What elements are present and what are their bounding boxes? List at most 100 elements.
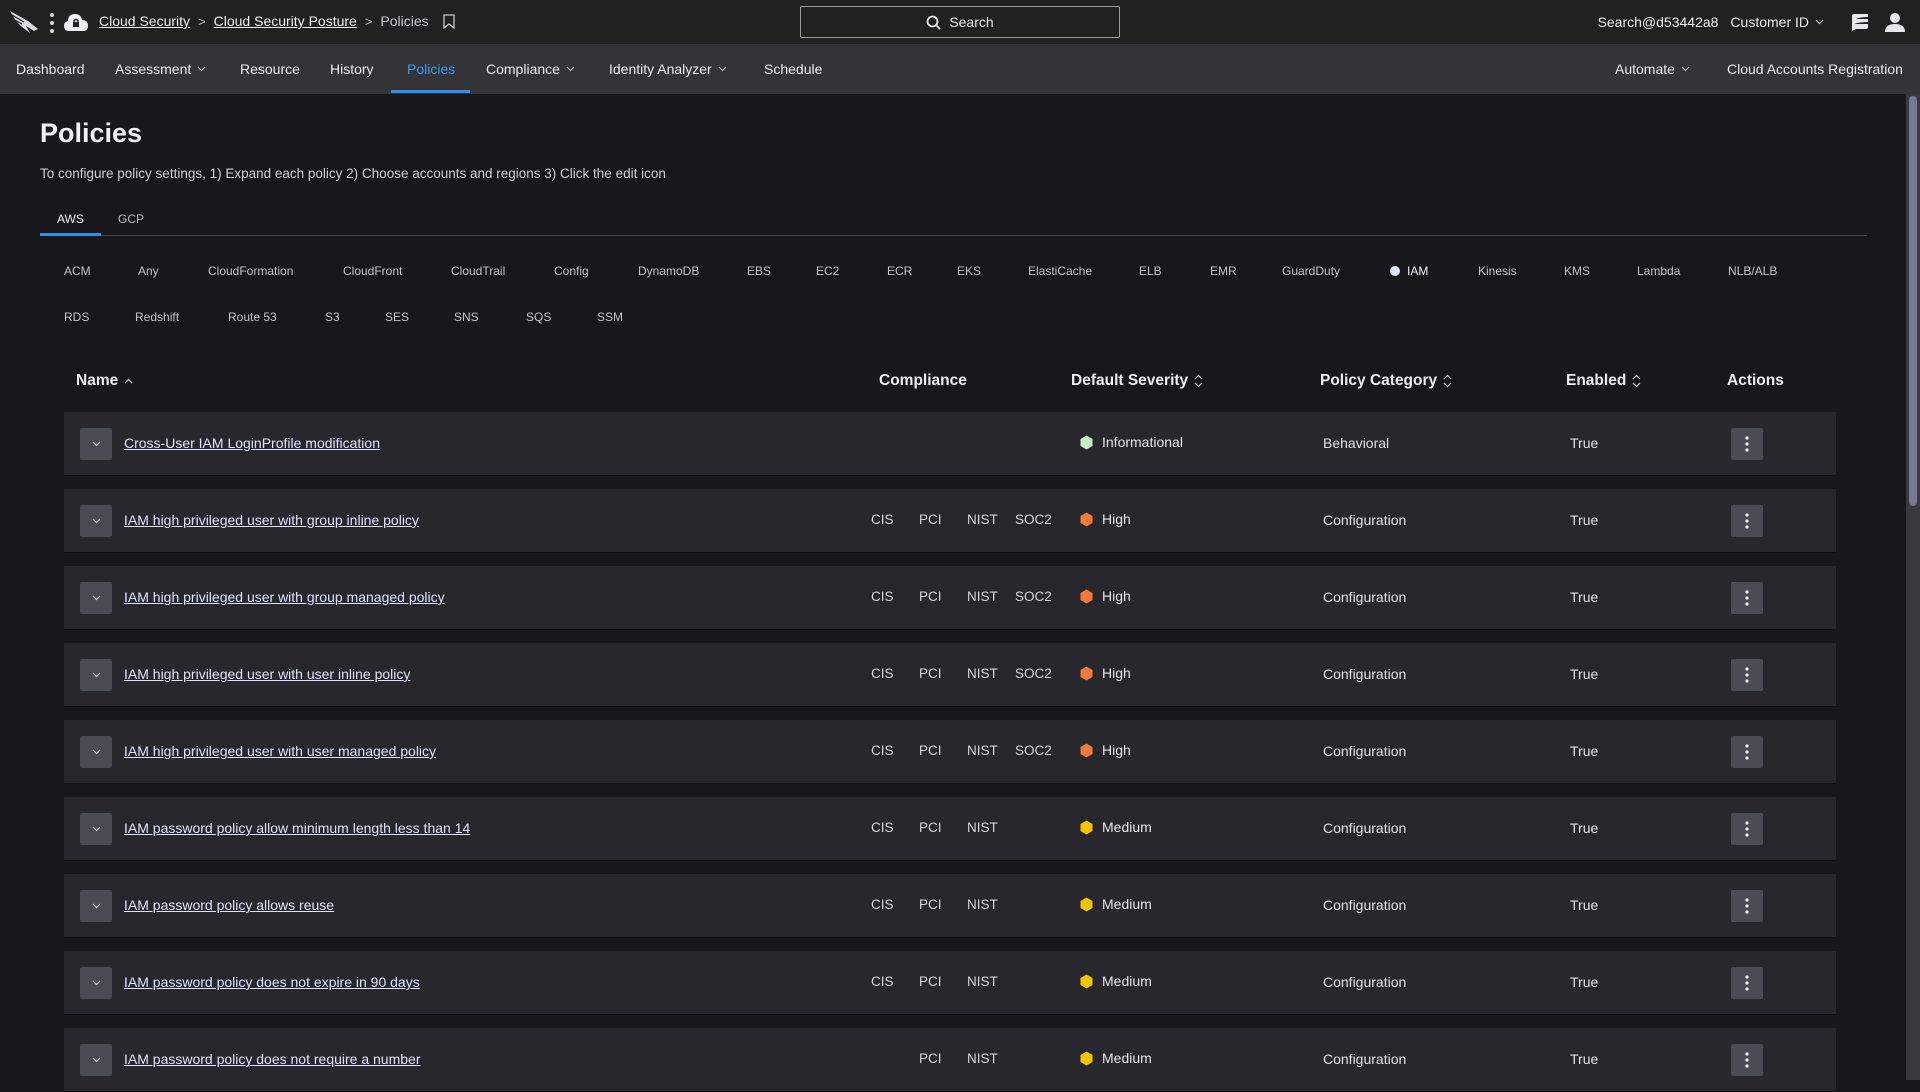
service-filter-rds[interactable]: RDS xyxy=(64,310,89,324)
expand-row-button[interactable] xyxy=(80,659,112,691)
nav-identity-analyzer[interactable]: Identity Analyzer xyxy=(609,44,727,94)
row-actions-button[interactable] xyxy=(1731,1044,1763,1076)
policy-category: Configuration xyxy=(1323,974,1407,990)
service-filter-ebs[interactable]: EBS xyxy=(747,264,771,278)
row-actions-button[interactable] xyxy=(1731,659,1763,691)
policy-name-link[interactable]: IAM high privileged user with user inlin… xyxy=(124,666,410,682)
nav-automate[interactable]: Automate xyxy=(1615,44,1690,94)
service-filter-lambda[interactable]: Lambda xyxy=(1637,264,1680,278)
service-filter-elasticache[interactable]: ElastiCache xyxy=(1028,264,1092,278)
row-actions-button[interactable] xyxy=(1731,967,1763,999)
nav-schedule[interactable]: Schedule xyxy=(764,44,822,94)
expand-row-button[interactable] xyxy=(80,505,112,537)
service-filter-elb[interactable]: ELB xyxy=(1139,264,1162,278)
customer-id-label: Customer ID xyxy=(1730,14,1809,30)
table-row: IAM password policy allows reuse CIS PCI NI… xyxy=(64,874,1836,938)
service-filter-ecr[interactable]: ECR xyxy=(887,264,912,278)
service-filter-ec2[interactable]: EC2 xyxy=(816,264,839,278)
expand-row-button[interactable] xyxy=(80,736,112,768)
policy-name-link[interactable]: IAM high privileged user with group mana… xyxy=(124,589,445,605)
chevron-down-icon xyxy=(197,66,206,72)
chevron-down-icon xyxy=(1681,66,1690,72)
compliance-tag-nist: NIST xyxy=(967,512,998,527)
sort-icon xyxy=(1194,374,1203,388)
global-search-button[interactable]: Search xyxy=(800,6,1120,38)
policy-name-link[interactable]: Cross-User IAM LoginProfile modification xyxy=(124,435,380,451)
column-header-name[interactable]: Name xyxy=(76,372,133,390)
column-header-policy-category[interactable]: Policy Category xyxy=(1320,372,1452,390)
service-filter-sns[interactable]: SNS xyxy=(454,310,479,324)
nav-history[interactable]: History xyxy=(330,44,374,94)
service-filter-any[interactable]: Any xyxy=(138,264,159,278)
user-account-label[interactable]: Search@d53442a8 xyxy=(1598,14,1719,30)
column-header-enabled[interactable]: Enabled xyxy=(1566,372,1641,390)
breadcrumb-cloud-security[interactable]: Cloud Security xyxy=(99,13,190,29)
breadcrumb-cloud-security-posture[interactable]: Cloud Security Posture xyxy=(214,13,357,29)
scrollbar-thumb[interactable] xyxy=(1909,96,1917,506)
nav-compliance[interactable]: Compliance xyxy=(486,44,575,94)
tab-aws[interactable]: AWS xyxy=(57,212,84,226)
service-filter-dynamodb[interactable]: DynamoDB xyxy=(638,264,699,278)
table-row: Cross-User IAM LoginProfile modification… xyxy=(64,412,1836,476)
service-filter-kms[interactable]: KMS xyxy=(1564,264,1590,278)
service-filter-ssm[interactable]: SSM xyxy=(597,310,623,324)
service-filter-cloudfront[interactable]: CloudFront xyxy=(343,264,402,278)
service-filter-cloudtrail[interactable]: CloudTrail xyxy=(451,264,505,278)
row-actions-button[interactable] xyxy=(1731,505,1763,537)
policy-name-link[interactable]: IAM password policy does not expire in 9… xyxy=(124,974,420,990)
service-filter-redshift[interactable]: Redshift xyxy=(135,310,179,324)
expand-row-button[interactable] xyxy=(80,1044,112,1076)
policy-name-link[interactable]: IAM password policy allow minimum length… xyxy=(124,820,470,836)
row-actions-button[interactable] xyxy=(1731,736,1763,768)
severity-cell: Medium xyxy=(1080,973,1152,989)
bookmark-icon[interactable] xyxy=(443,13,455,29)
expand-row-button[interactable] xyxy=(80,582,112,614)
expand-row-button[interactable] xyxy=(80,890,112,922)
service-filter-nlb-alb[interactable]: NLB/ALB xyxy=(1728,264,1777,278)
service-filter-kinesis[interactable]: Kinesis xyxy=(1478,264,1517,278)
service-filter-guardduty[interactable]: GuardDuty xyxy=(1282,264,1340,278)
kebab-menu-icon[interactable] xyxy=(49,12,55,34)
service-filter-emr[interactable]: EMR xyxy=(1210,264,1237,278)
policy-name-link[interactable]: IAM password policy allows reuse xyxy=(124,897,334,913)
nav-label: Policies xyxy=(407,61,456,77)
row-actions-button[interactable] xyxy=(1731,890,1763,922)
nav-dashboard[interactable]: Dashboard xyxy=(16,44,85,94)
service-filter-cloudformation[interactable]: CloudFormation xyxy=(208,264,293,278)
policy-name-link[interactable]: IAM high privileged user with user manag… xyxy=(124,743,436,759)
nav-resource[interactable]: Resource xyxy=(240,44,300,94)
service-filter-ses[interactable]: SES xyxy=(385,310,409,324)
user-profile-icon[interactable] xyxy=(1884,11,1906,33)
cloud-lock-icon[interactable] xyxy=(64,11,88,33)
expand-row-button[interactable] xyxy=(80,967,112,999)
service-filter-route-53[interactable]: Route 53 xyxy=(228,310,277,324)
column-header-default-severity[interactable]: Default Severity xyxy=(1071,372,1203,390)
policy-name-link[interactable]: IAM password policy does not require a n… xyxy=(124,1051,420,1067)
severity-hexagon-icon xyxy=(1080,743,1093,757)
service-filter-acm[interactable]: ACM xyxy=(64,264,91,278)
service-filter-s3[interactable]: S3 xyxy=(325,310,340,324)
customer-id-dropdown[interactable]: Customer ID xyxy=(1730,14,1824,30)
severity-cell: High xyxy=(1080,511,1131,527)
row-actions-button[interactable] xyxy=(1731,813,1763,845)
notifications-panel-icon[interactable] xyxy=(1850,12,1870,32)
policy-name-link[interactable]: IAM high privileged user with group inli… xyxy=(124,512,419,528)
service-filter-sqs[interactable]: SQS xyxy=(526,310,551,324)
service-filter-config[interactable]: Config xyxy=(554,264,589,278)
nav-label: Resource xyxy=(240,61,300,77)
chevron-down-icon xyxy=(718,66,727,72)
kebab-menu-icon xyxy=(1745,975,1749,991)
crowdstrike-falcon-logo[interactable] xyxy=(8,9,40,35)
search-label: Search xyxy=(949,14,994,30)
expand-row-button[interactable] xyxy=(80,813,112,845)
nav-cloud-accounts-registration[interactable]: Cloud Accounts Registration xyxy=(1727,44,1903,94)
policy-category: Configuration xyxy=(1323,512,1407,528)
row-actions-button[interactable] xyxy=(1731,428,1763,460)
expand-row-button[interactable] xyxy=(80,428,112,460)
tab-gcp[interactable]: GCP xyxy=(118,212,144,226)
nav-policies[interactable]: Policies xyxy=(407,44,455,94)
service-filter-iam[interactable]: IAM xyxy=(1390,264,1428,278)
service-filter-eks[interactable]: EKS xyxy=(957,264,981,278)
nav-assessment[interactable]: Assessment xyxy=(115,44,206,94)
row-actions-button[interactable] xyxy=(1731,582,1763,614)
